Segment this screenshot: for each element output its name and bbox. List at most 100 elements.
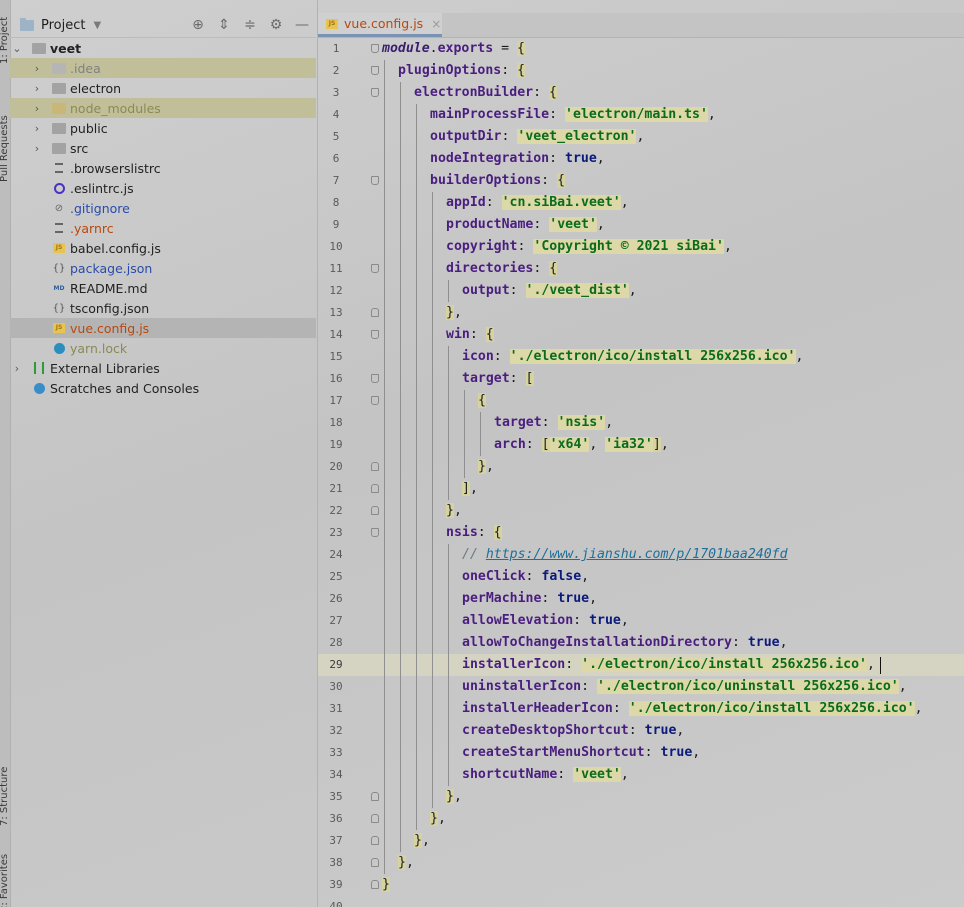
fold-end-icon[interactable] <box>371 858 379 867</box>
code-line[interactable]: 21], <box>318 478 964 500</box>
code-line[interactable]: 26 perMachine: true, <box>318 588 964 610</box>
code-line[interactable]: 37}, <box>318 830 964 852</box>
code-line[interactable]: 11 directories: { <box>318 258 964 280</box>
code-line[interactable]: 1 module.exports = { <box>318 38 964 60</box>
tree-item-eslintrc[interactable]: .eslintrc.js <box>10 178 316 198</box>
code-text: oneClick: false, <box>462 569 590 584</box>
tree-item-babel-config[interactable]: JS babel.config.js <box>10 238 316 258</box>
tree-item-scratches[interactable]: Scratches and Consoles <box>10 378 316 398</box>
code-line[interactable]: 4 mainProcessFile: 'electron/main.ts', <box>318 104 964 126</box>
code-line[interactable]: 36}, <box>318 808 964 830</box>
code-line[interactable]: 25 oneClick: false, <box>318 566 964 588</box>
tree-item-electron[interactable]: › electron <box>10 78 316 98</box>
collapse-all-icon[interactable]: ≑ <box>242 17 258 33</box>
code-line[interactable]: 22}, <box>318 500 964 522</box>
fold-start-icon[interactable] <box>371 176 379 185</box>
code-line[interactable]: 28 allowToChangeInstallationDirectory: tr… <box>318 632 964 654</box>
code-line[interactable]: 7 builderOptions: { <box>318 170 964 192</box>
code-text: installerIcon: './electron/ico/install 2… <box>462 657 875 672</box>
code-line[interactable]: 24 // https://www.jianshu.com/p/1701baa24… <box>318 544 964 566</box>
tree-item-readme[interactable]: MD README.md <box>10 278 316 298</box>
code-text: shortcutName: 'veet', <box>462 767 629 782</box>
tree-item-public[interactable]: › public <box>10 118 316 138</box>
fold-start-icon[interactable] <box>371 374 379 383</box>
tree-item-src[interactable]: › src <box>10 138 316 158</box>
fold-start-icon[interactable] <box>371 330 379 339</box>
code-line[interactable]: 15 icon: './electron/ico/install 256x256.… <box>318 346 964 368</box>
tree-item-label: vue.config.js <box>70 320 150 336</box>
fold-start-icon[interactable] <box>371 396 379 405</box>
tree-item-gitignore[interactable]: ⊘ .gitignore <box>10 198 316 218</box>
chevron-right-icon[interactable]: › <box>12 362 22 375</box>
chevron-right-icon[interactable]: › <box>32 62 42 75</box>
code-line[interactable]: 29 installerIcon: './electron/ico/install… <box>318 654 964 676</box>
tree-item-label: babel.config.js <box>70 240 161 256</box>
tree-item-tsconfig[interactable]: {} tsconfig.json <box>10 298 316 318</box>
code-line[interactable]: 17 { <box>318 390 964 412</box>
code-line[interactable]: 12 output: './veet_dist', <box>318 280 964 302</box>
code-line[interactable]: 20}, <box>318 456 964 478</box>
fold-start-icon[interactable] <box>371 44 379 53</box>
tree-item-yarn-lock[interactable]: yarn.lock <box>10 338 316 358</box>
fold-start-icon[interactable] <box>371 528 379 537</box>
chevron-right-icon[interactable]: › <box>32 102 42 115</box>
code-line[interactable]: 27 allowElevation: true, <box>318 610 964 632</box>
editor-tab-vue-config[interactable]: JS vue.config.js × <box>318 13 442 37</box>
fold-end-icon[interactable] <box>371 308 379 317</box>
fold-start-icon[interactable] <box>371 264 379 273</box>
code-line[interactable]: 23 nsis: { <box>318 522 964 544</box>
code-line[interactable]: 33 createStartMenuShortcut: true, <box>318 742 964 764</box>
tree-item-node-modules[interactable]: › node_modules <box>10 98 316 118</box>
code-line[interactable]: 2 pluginOptions: { <box>318 60 964 82</box>
code-line[interactable]: 8 appId: 'cn.siBai.veet', <box>318 192 964 214</box>
code-line[interactable]: 18 target: 'nsis', <box>318 412 964 434</box>
code-line[interactable]: 39} <box>318 874 964 896</box>
expand-all-icon[interactable]: ⇕ <box>216 17 232 33</box>
fold-start-icon[interactable] <box>371 66 379 75</box>
code-line[interactable]: 5 outputDir: 'veet_electron', <box>318 126 964 148</box>
fold-end-icon[interactable] <box>371 484 379 493</box>
fold-end-icon[interactable] <box>371 814 379 823</box>
code-line[interactable]: 3 electronBuilder: { <box>318 82 964 104</box>
code-line[interactable]: 13}, <box>318 302 964 324</box>
tree-item-idea[interactable]: › .idea <box>10 58 316 78</box>
line-number: 31 <box>329 702 343 715</box>
fold-end-icon[interactable] <box>371 792 379 801</box>
code-line[interactable]: 32 createDesktopShortcut: true, <box>318 720 964 742</box>
tree-item-package-json[interactable]: {} package.json <box>10 258 316 278</box>
code-line[interactable]: 30 uninstallerIcon: './electron/ico/unins… <box>318 676 964 698</box>
fold-end-icon[interactable] <box>371 462 379 471</box>
close-icon[interactable]: × <box>431 17 441 31</box>
code-line[interactable]: 38}, <box>318 852 964 874</box>
tree-item-browserslistrc[interactable]: .browserslistrc <box>10 158 316 178</box>
line-number: 3 <box>332 86 340 99</box>
project-view-selector[interactable]: Project ▼ <box>20 17 101 33</box>
fold-end-icon[interactable] <box>371 836 379 845</box>
chevron-right-icon[interactable]: › <box>32 122 42 135</box>
code-line[interactable]: 19 arch: ['x64', 'ia32'], <box>318 434 964 456</box>
chevron-right-icon[interactable]: › <box>32 82 42 95</box>
chevron-down-icon[interactable]: ⌄ <box>12 42 22 55</box>
chevron-right-icon[interactable]: › <box>32 142 42 155</box>
code-line[interactable]: 6 nodeIntegration: true, <box>318 148 964 170</box>
gear-icon[interactable]: ⚙ <box>268 17 284 33</box>
code-line[interactable]: 14 win: { <box>318 324 964 346</box>
minimize-icon[interactable]: — <box>294 17 310 33</box>
tree-item-yarnrc[interactable]: .yarnrc <box>10 218 316 238</box>
fold-end-icon[interactable] <box>371 506 379 515</box>
chevron-down-icon[interactable]: ▼ <box>93 20 101 31</box>
tree-item-external-libraries[interactable]: › External Libraries <box>10 358 316 378</box>
code-line[interactable]: 40 <box>318 896 964 907</box>
locate-icon[interactable]: ⊕ <box>190 17 206 33</box>
code-line[interactable]: 9 productName: 'veet', <box>318 214 964 236</box>
code-line[interactable]: 10 copyright: 'Copyright © 2021 siBai', <box>318 236 964 258</box>
code-line[interactable]: 34 shortcutName: 'veet', <box>318 764 964 786</box>
tree-root-veet[interactable]: ⌄ veet <box>10 38 316 58</box>
code-line[interactable]: 31 installerHeaderIcon: './electron/ico/i… <box>318 698 964 720</box>
code-line[interactable]: 35}, <box>318 786 964 808</box>
code-area[interactable]: 1 module.exports = {2 pluginOptions: {3 ele… <box>318 38 964 907</box>
tree-item-vue-config[interactable]: JS vue.config.js <box>10 318 316 338</box>
fold-end-icon[interactable] <box>371 880 379 889</box>
fold-start-icon[interactable] <box>371 88 379 97</box>
code-line[interactable]: 16 target: [ <box>318 368 964 390</box>
